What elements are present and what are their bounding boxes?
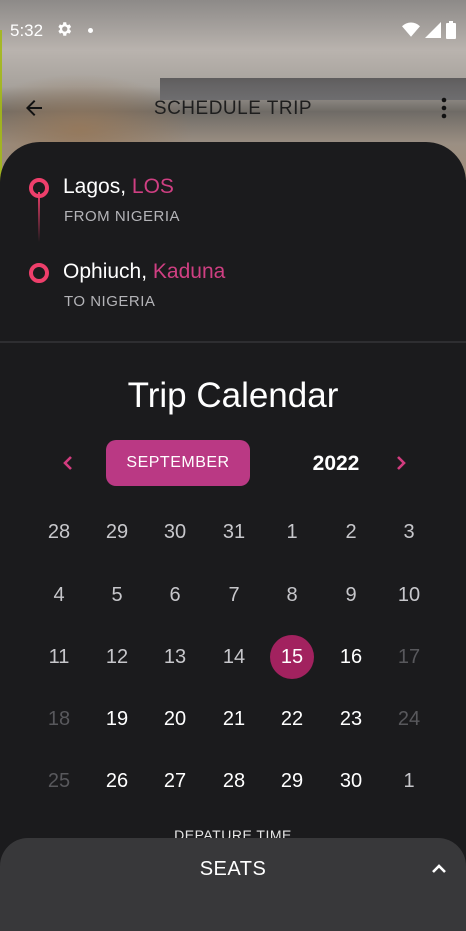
- app-bar: SCHEDULE TRIP: [0, 80, 466, 136]
- calendar-day[interactable]: 27: [153, 759, 197, 803]
- calendar-day: 24: [397, 707, 421, 730]
- destination-code: Kaduna: [152, 260, 226, 283]
- battery-icon: [446, 21, 456, 39]
- calendar-day[interactable]: 22: [270, 697, 314, 741]
- calendar-day[interactable]: 26: [95, 759, 139, 803]
- route-line: [38, 192, 40, 242]
- calendar-day[interactable]: 21: [212, 697, 256, 741]
- calendar-day: 25: [47, 769, 71, 792]
- calendar-day[interactable]: 1: [270, 510, 314, 554]
- origin-city[interactable]: Lagos, LOS: [63, 175, 174, 199]
- calendar-day-selected[interactable]: 15: [270, 635, 314, 679]
- destination-city[interactable]: Ophiuch, Kaduna: [63, 260, 225, 284]
- gear-icon: [55, 20, 73, 43]
- seats-label: SEATS: [199, 858, 267, 880]
- calendar-day[interactable]: 13: [153, 635, 197, 679]
- calendar-day[interactable]: 4: [37, 573, 81, 617]
- system-icons: [402, 21, 456, 39]
- origin-city-name: Lagos,: [63, 175, 127, 198]
- calendar-day[interactable]: 7: [212, 573, 256, 617]
- calendar-day[interactable]: 16: [329, 635, 373, 679]
- destination-pin-icon: [29, 263, 49, 283]
- calendar-day[interactable]: 28: [37, 510, 81, 554]
- calendar-day[interactable]: 3: [387, 510, 431, 554]
- calendar-day[interactable]: 2: [329, 510, 373, 554]
- origin-code: LOS: [131, 175, 174, 198]
- calendar-day[interactable]: 8: [270, 573, 314, 617]
- origin-country: FROM NIGERIA: [64, 208, 181, 225]
- calendar-day[interactable]: 1: [387, 759, 431, 803]
- status-bar: 5:32: [0, 0, 466, 60]
- month-selector-button[interactable]: SEPTEMBER: [106, 440, 250, 486]
- signal-icon: [425, 22, 441, 38]
- divider: [0, 341, 466, 343]
- notification-dot: [88, 28, 93, 33]
- calendar-day[interactable]: 31: [212, 510, 256, 554]
- chevron-up-icon[interactable]: [430, 860, 448, 878]
- calendar-day[interactable]: 9: [329, 573, 373, 617]
- calendar-day[interactable]: 12: [95, 635, 139, 679]
- calendar-day[interactable]: 10: [387, 573, 431, 617]
- calendar-day[interactable]: 23: [329, 697, 373, 741]
- wifi-icon: [402, 22, 420, 37]
- calendar-day[interactable]: 14: [212, 635, 256, 679]
- calendar-day[interactable]: 11: [37, 635, 81, 679]
- calendar-day: 18: [47, 707, 71, 730]
- calendar-day[interactable]: 30: [153, 510, 197, 554]
- calendar-day[interactable]: 5: [95, 573, 139, 617]
- destination-country: TO NIGERIA: [64, 293, 156, 310]
- calendar-day[interactable]: 29: [270, 759, 314, 803]
- calendar-title: Trip Calendar: [127, 376, 339, 415]
- calendar-day[interactable]: 30: [329, 759, 373, 803]
- more-vert-icon[interactable]: [440, 96, 448, 120]
- chevron-left-icon[interactable]: [58, 452, 78, 474]
- calendar-day[interactable]: 19: [95, 697, 139, 741]
- calendar-day[interactable]: 28: [212, 759, 256, 803]
- page-title: SCHEDULE TRIP: [153, 98, 313, 119]
- calendar-day: 17: [397, 645, 421, 668]
- calendar-day[interactable]: 20: [153, 697, 197, 741]
- calendar-day[interactable]: 29: [95, 510, 139, 554]
- status-time: 5:32: [10, 21, 44, 40]
- destination-city-name: Ophiuch,: [63, 260, 148, 283]
- calendar-day[interactable]: 6: [153, 573, 197, 617]
- seats-bottom-sheet[interactable]: SEATS: [0, 838, 466, 931]
- chevron-right-icon[interactable]: [391, 452, 411, 474]
- year-label: 2022: [312, 452, 360, 475]
- app-screen: 5:32 SCHEDULE TRIP Lagos, LOS FROM NIGER…: [0, 0, 466, 931]
